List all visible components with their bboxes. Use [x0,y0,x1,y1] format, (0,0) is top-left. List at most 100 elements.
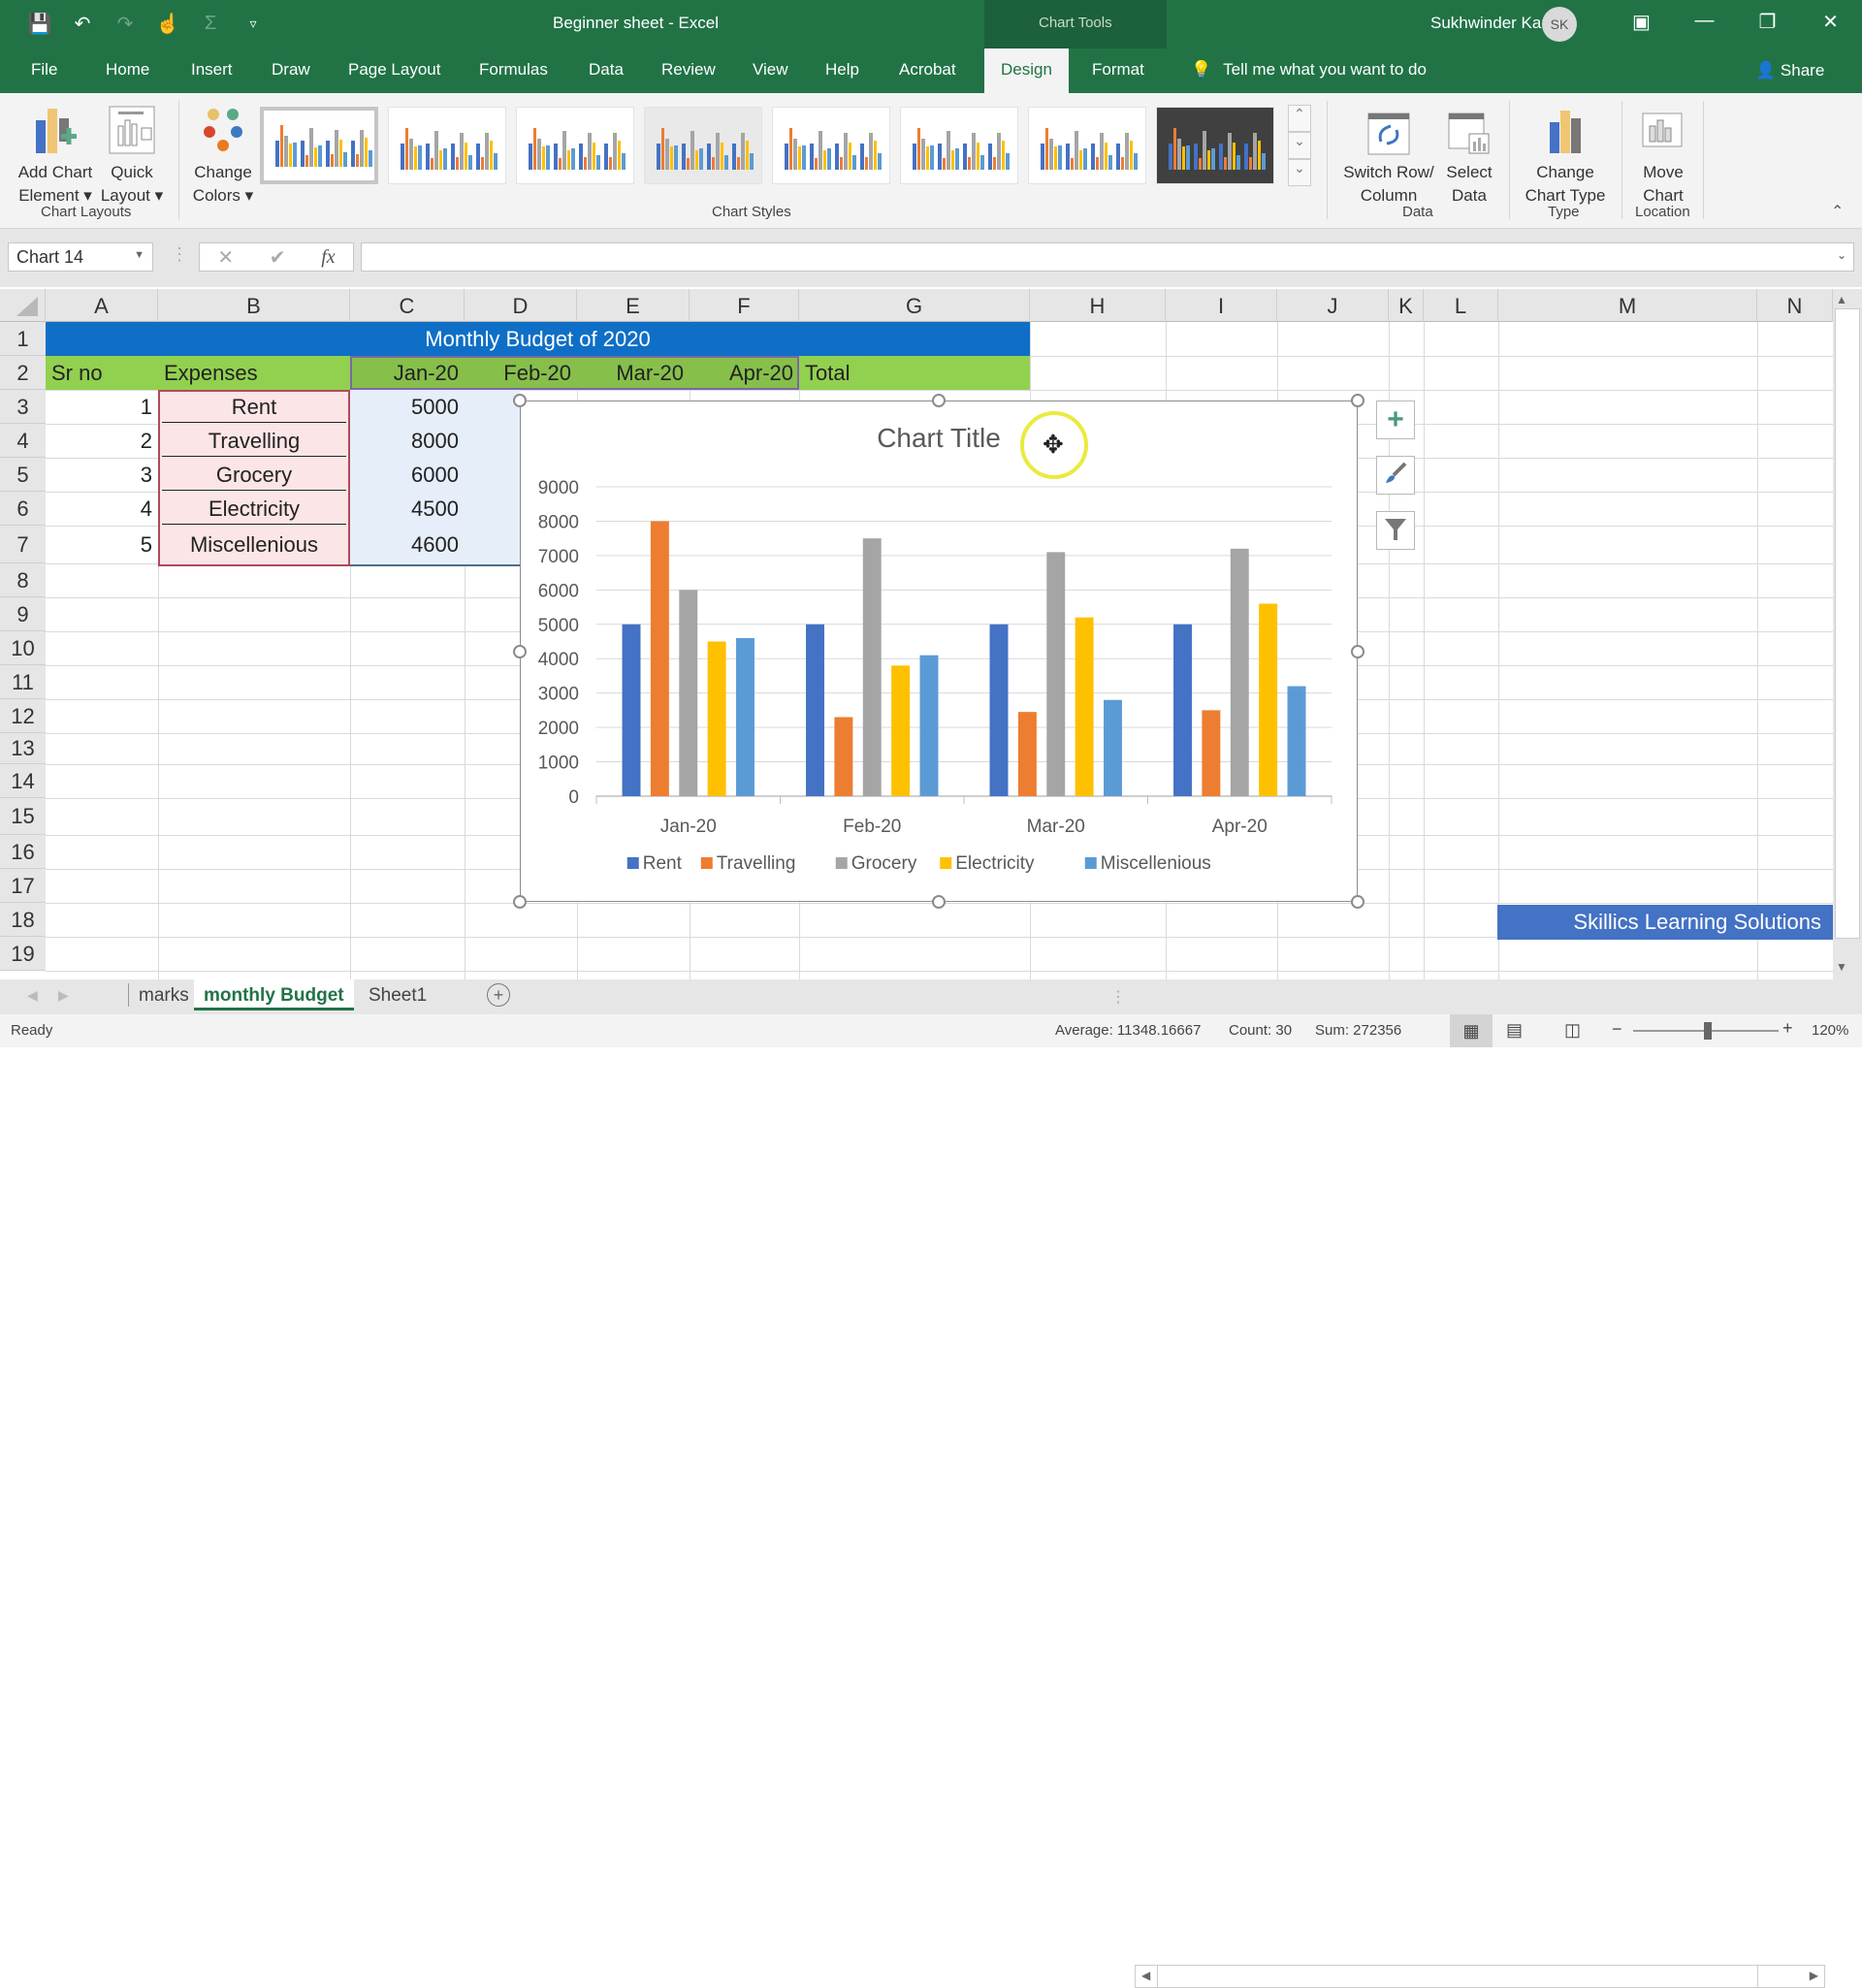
zoom-in-icon[interactable]: + [1782,1018,1793,1039]
jan-value-cell[interactable]: 4600 [350,526,465,563]
ribbon-display-options-icon[interactable]: ▣ [1610,10,1673,34]
tab-page-layout[interactable]: Page Layout [348,60,440,80]
vertical-scrollbar[interactable]: ▲ ▼ [1833,289,1862,979]
zoom-slider-thumb[interactable] [1704,1022,1712,1040]
row-header-13[interactable]: 13 [0,733,46,764]
column-header-n[interactable]: N [1757,289,1833,322]
resize-handle[interactable] [932,895,946,909]
status-average[interactable]: Average: 11348.16667 [1055,1022,1201,1039]
customize-qat-icon[interactable]: ▿ [241,16,266,32]
expand-formula-bar-icon[interactable]: ⌄ [1837,248,1846,262]
row-header-2[interactable]: 2 [0,356,46,390]
avatar[interactable]: SK [1542,7,1577,42]
tab-draw[interactable]: Draw [272,60,310,80]
jan-value-cell[interactable]: 6000 [350,458,465,492]
chart-style-4[interactable] [644,107,762,184]
tell-me-search[interactable]: 💡 Tell me what you want to do [1191,60,1427,80]
header-expenses[interactable]: Expenses [158,356,264,390]
column-header-c[interactable]: C [350,289,465,322]
styles-scroll-down-icon[interactable]: ⌄ [1288,132,1311,159]
header-jan[interactable]: Jan-20 [350,356,465,390]
tab-format[interactable]: Format [1092,60,1144,80]
chart-style-3[interactable] [516,107,634,184]
chart-area[interactable]: Chart Title 0 1000 2000 3000 4000 5000 6000 7000… [520,401,1358,902]
restore-icon[interactable]: ❐ [1736,10,1799,34]
sr-no-cell[interactable]: 5 [46,526,158,563]
resize-handle[interactable] [513,644,527,658]
row-header-1[interactable]: 1 [0,322,46,356]
tab-file[interactable]: File [31,60,57,80]
column-header-k[interactable]: K [1389,289,1424,322]
resize-handle[interactable] [513,394,527,407]
row-header-8[interactable]: 8 [0,563,46,597]
close-icon[interactable]: ✕ [1799,10,1862,34]
enter-icon[interactable]: ✔ [270,245,286,270]
name-box-dropdown-icon[interactable]: ▼ [134,249,144,261]
tab-review[interactable]: Review [661,60,716,80]
column-header-i[interactable]: I [1166,289,1277,322]
tab-view[interactable]: View [753,60,788,80]
collapse-ribbon-icon[interactable]: ⌃ [1831,202,1844,221]
touch-mode-icon[interactable]: ☝ [155,12,180,36]
expense-cell[interactable]: Electricity [158,492,350,526]
expense-cell[interactable]: Rent [158,390,350,424]
sheet-tab-marks[interactable]: marks [128,983,189,1007]
scroll-left-icon[interactable]: ◀ [1141,1969,1150,1982]
row-header-9[interactable]: 9 [0,597,46,631]
jan-value-cell[interactable]: 4500 [350,492,465,526]
tab-formulas[interactable]: Formulas [479,60,548,80]
jan-value-cell[interactable]: 5000 [350,390,465,424]
sr-no-cell[interactable]: 1 [46,390,158,424]
quick-layout-button[interactable]: Quick Layout ▾ [99,101,165,208]
sr-no-cell[interactable]: 3 [46,458,158,492]
scroll-right-icon[interactable]: ▶ [1810,1969,1818,1982]
split-handle-icon[interactable]: ⋮ [1110,987,1126,1007]
minimize-icon[interactable]: — [1673,10,1736,34]
tab-scroll-right-icon[interactable]: ▶ [58,987,69,1004]
user-name[interactable]: Sukhwinder Kaur [1430,14,1556,33]
scroll-up-icon[interactable]: ▲ [1836,293,1847,306]
budget-title-cell[interactable]: Monthly Budget of 2020 [46,322,1030,356]
chart-styles-button[interactable] [1376,456,1415,495]
column-header-h[interactable]: H [1030,289,1166,322]
row-header-10[interactable]: 10 [0,631,46,665]
styles-scroll-up-icon[interactable]: ⌃ [1288,105,1311,132]
column-header-j[interactable]: J [1277,289,1389,322]
save-icon[interactable]: 💾 [27,12,52,36]
jan-value-cell[interactable]: 8000 [350,424,465,458]
chart-style-7[interactable] [1028,107,1146,184]
change-chart-type-button[interactable]: Change Chart Type [1519,101,1612,208]
row-header-18[interactable]: 18 [0,903,46,937]
expense-cell[interactable]: Grocery [158,458,350,492]
column-header-a[interactable]: A [46,289,158,322]
row-header-5[interactable]: 5 [0,458,46,492]
expense-cell[interactable]: Travelling [158,424,350,458]
horizontal-scroll-thumb[interactable] [1157,1966,1758,1987]
tab-acrobat[interactable]: Acrobat [899,60,956,80]
cancel-icon[interactable]: ✕ [217,245,234,270]
share-button[interactable]: 👤 Share [1755,61,1824,80]
row-header-4[interactable]: 4 [0,424,46,458]
tab-design[interactable]: Design [984,48,1069,93]
tab-home[interactable]: Home [106,60,149,80]
redo-icon[interactable]: ↷ [112,12,138,36]
resize-handle[interactable] [1351,895,1364,909]
sheet-tab-monthly-budget[interactable]: monthly Budget [194,979,354,1010]
column-header-l[interactable]: L [1424,289,1498,322]
resize-handle[interactable] [1351,394,1364,407]
resize-handle[interactable] [1351,644,1364,658]
column-header-g[interactable]: G [799,289,1030,322]
vertical-scroll-thumb[interactable] [1835,308,1860,939]
horizontal-scrollbar[interactable]: ◀ ▶ [1135,1965,1825,1988]
status-count[interactable]: Count: 30 [1229,1022,1292,1039]
row-header-7[interactable]: 7 [0,526,46,563]
row-header-19[interactable]: 19 [0,937,46,971]
chart-style-2[interactable] [388,107,506,184]
chart-style-1[interactable] [260,107,378,184]
chart-style-5[interactable] [772,107,890,184]
page-layout-view-icon[interactable]: ▤ [1506,1020,1523,1041]
change-colors-button[interactable]: Change Colors ▾ [188,101,258,208]
name-box[interactable]: Chart 14 ▼ [8,242,153,272]
column-header-f[interactable]: F [690,289,799,322]
header-feb[interactable]: Feb-20 [465,356,577,390]
